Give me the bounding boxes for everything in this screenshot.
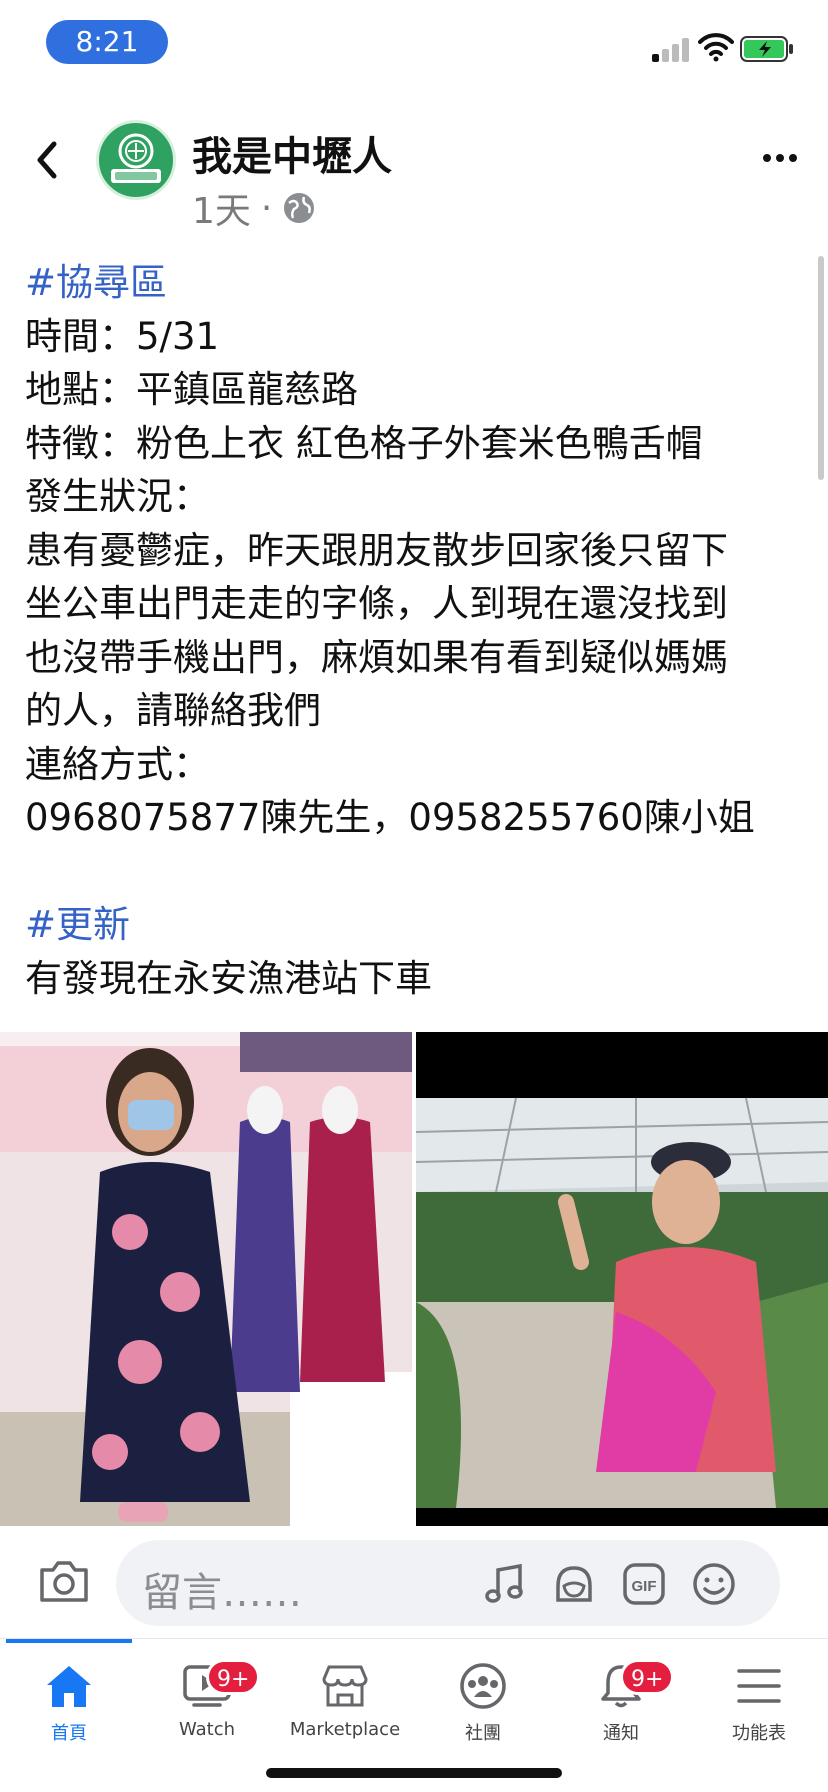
emoji-icon[interactable] — [692, 1562, 736, 1606]
svg-text:GIF: GIF — [632, 1578, 657, 1595]
tab-label: Marketplace — [289, 1719, 401, 1740]
page-name[interactable]: 我是中壢人 — [192, 124, 392, 182]
tab-marketplace[interactable]: Marketplace — [276, 1651, 414, 1755]
post-text-line: 也沒帶手機出門，麻煩如果有看到疑似媽媽 — [25, 635, 728, 679]
meta-separator: · — [260, 187, 273, 229]
tab-label: 社團 — [465, 1723, 501, 1744]
photo-woman-in-garden — [416, 1032, 828, 1526]
scrollbar[interactable] — [818, 256, 824, 480]
music-icon[interactable] — [482, 1562, 526, 1606]
gif-icon[interactable]: GIF — [622, 1562, 666, 1606]
more-options-icon[interactable] — [762, 150, 798, 166]
menu-icon — [737, 1669, 781, 1703]
active-tab-indicator — [6, 1639, 132, 1643]
tab-watch[interactable]: Watch 9+ — [138, 1651, 276, 1755]
tab-home[interactable]: 首頁 — [0, 1651, 138, 1755]
page-logo-icon — [101, 125, 171, 195]
post-header: 我是中壢人 1天 · — [0, 110, 828, 232]
post-text: #協尋區 時間：5/31 地點：平鎮區龍慈路特徵：粉色上衣 紅色格子外套米色鴨舌帽發… — [25, 256, 815, 1005]
tab-label: 功能表 — [732, 1723, 786, 1744]
photo-grid — [0, 1032, 828, 1526]
post-text-line: 0968075877陳先生，0958255760陳小姐 — [25, 796, 755, 839]
tab-label: 通知 — [603, 1723, 639, 1744]
post-text-line: 坐公車出門走走的字條，人到現在還沒找到 — [25, 582, 728, 625]
post-text-line: 有發現在永安漁港站下車 — [25, 956, 432, 1000]
battery-charging-icon — [740, 36, 793, 62]
comment-placeholder: 留言…… — [142, 1570, 302, 1616]
notification-badge: 9+ — [206, 1659, 261, 1695]
post-time[interactable]: 1天 — [192, 182, 251, 234]
status-bar: 8:21 — [0, 0, 828, 96]
comment-input[interactable]: 留言…… GIF — [116, 1540, 780, 1626]
post-text-line: 發生狀況： — [25, 475, 210, 518]
hashtag-link[interactable]: #更新 — [25, 898, 815, 952]
status-time: 8:21 — [46, 20, 168, 64]
post-photo[interactable] — [416, 1032, 828, 1526]
post-meta: 1天 · — [192, 182, 316, 234]
post-text-line: 連絡方式： — [25, 742, 210, 786]
marketplace-icon — [322, 1665, 368, 1707]
post-text-line: 的人，請聯絡我們 — [25, 689, 321, 732]
tab-label: 首頁 — [51, 1723, 87, 1744]
tab-groups[interactable]: 社團 — [414, 1651, 552, 1755]
avatar-sticker-icon[interactable] — [552, 1562, 596, 1606]
tab-menu[interactable]: 功能表 — [690, 1651, 828, 1755]
post-text-line: 患有憂鬱症，昨天跟朋友散步回家後只留下 — [25, 528, 728, 572]
post-text-line: 地點：平鎮區龍慈路 — [25, 368, 358, 411]
notification-badge: 9+ — [620, 1659, 675, 1695]
globe-icon — [284, 193, 315, 223]
back-button[interactable] — [30, 138, 66, 182]
tab-label: Watch — [178, 1719, 236, 1740]
wifi-icon — [698, 33, 734, 62]
home-indicator[interactable] — [266, 1768, 562, 1778]
tab-notifications[interactable]: 通知 9+ — [552, 1651, 690, 1755]
post-photo[interactable] — [0, 1032, 412, 1526]
post-text-line: 特徵：粉色上衣 紅色格子外套米色鴨舌帽 — [25, 421, 703, 465]
post-text-line: 時間：5/31 — [25, 314, 220, 358]
photo-woman-in-shop — [0, 1032, 412, 1526]
camera-icon[interactable] — [38, 1558, 90, 1604]
groups-icon — [460, 1663, 506, 1709]
home-icon — [47, 1666, 91, 1707]
cellular-signal-icon — [652, 38, 690, 62]
comment-bar: 留言…… GIF — [0, 1528, 828, 1638]
hashtag-link[interactable]: #協尋區 — [25, 256, 815, 310]
post-text-line — [25, 845, 815, 899]
page-avatar[interactable] — [96, 120, 176, 200]
